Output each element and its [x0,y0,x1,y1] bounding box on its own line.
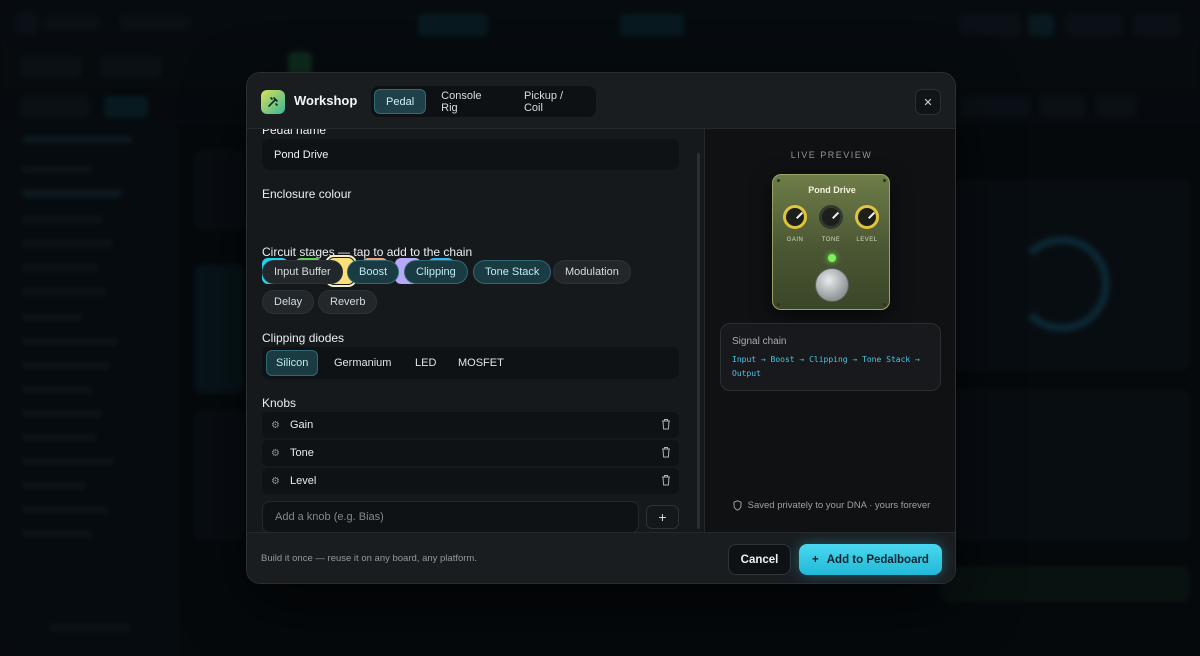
knob-row-level: ⚙ Level [262,468,679,494]
knob-label-level: LEVEL [856,237,878,243]
clipping-diodes-label: Clipping diodes [262,331,345,345]
close-icon: ✕ [923,96,933,109]
footswitch-icon [815,268,849,302]
circuit-stages-label: Circuit stages — tap to add to the chain [262,245,473,259]
knob-name: Tone [290,447,314,459]
plus-icon: + [812,553,819,566]
modal-title: Workshop [294,93,358,108]
add-to-pedalboard-button[interactable]: + Add to Pedalboard [799,544,942,575]
knob-row-gain: ⚙ Gain [262,412,679,438]
form-scrollbar[interactable] [697,153,700,529]
gear-icon: ⚙ [271,447,280,459]
signal-chain-card: Signal chain Input → Boost → Clipping → … [720,323,941,391]
shield-icon [733,500,742,511]
pedal-preview: Pond Drive GAIN TONE LEVEL [772,174,890,310]
tab-pickup-coil[interactable]: Pickup / Coil [513,89,593,114]
stage-delay[interactable]: Delay [262,290,315,314]
knob-row-tone: ⚙ Tone [262,440,679,466]
trash-icon[interactable] [661,418,671,430]
status-led-icon [828,254,836,262]
modal-tabs: Pedal Console Rig Pickup / Coil [371,86,596,117]
diode-germanium[interactable]: Germanium [325,350,400,376]
signal-chain-heading: Signal chain [732,336,787,347]
live-preview-title: LIVE PREVIEW [790,150,873,160]
pedal-form: Pedal name Pond Drive Enclosure colour C… [247,129,703,532]
trash-icon[interactable] [661,446,671,458]
pedal-name-input[interactable]: Pond Drive [262,139,679,170]
add-knob-button[interactable]: + [646,505,679,529]
workshop-modal: Workshop Pedal Console Rig Pickup / Coil… [246,72,956,584]
diode-selector: Silicon Germanium LED MOSFET [262,347,679,379]
level-knob-icon [855,205,879,229]
signal-chain-value: Input → Boost → Clipping → Tone Stack → … [732,355,920,378]
stage-boost[interactable]: Boost [347,260,400,284]
footer-note: Build it once — reuse it on any board, a… [261,553,477,564]
live-preview-pane: LIVE PREVIEW Pond Drive GAIN TONE LEVEL … [704,129,955,532]
cancel-button[interactable]: Cancel [728,544,791,575]
gain-knob-icon [783,205,807,229]
saved-note-text: Saved privately to your DNA · yours fore… [747,500,931,511]
diode-led[interactable]: LED [406,350,445,376]
knob-name: Gain [290,419,314,431]
gear-icon: ⚙ [271,475,280,487]
stage-tone-stack[interactable]: Tone Stack [473,260,552,284]
stage-reverb[interactable]: Reverb [318,290,378,314]
pedal-name-label: Pedal name [262,129,327,137]
stage-modulation[interactable]: Modulation [553,260,631,284]
tab-console-rig[interactable]: Console Rig [430,89,509,114]
modal-header: Workshop Pedal Console Rig Pickup / Coil… [247,73,955,129]
trash-icon[interactable] [661,474,671,486]
stage-clipping[interactable]: Clipping [404,260,468,284]
add-to-pedalboard-label: Add to Pedalboard [826,553,929,566]
diode-mosfet[interactable]: MOSFET [449,350,513,376]
pedal-preview-name: Pond Drive [808,185,856,195]
enclosure-colour-label: Enclosure colour [262,187,352,201]
knob-label-gain: GAIN [786,237,804,243]
add-knob-input[interactable] [262,501,639,533]
knobs-label: Knobs [262,396,297,410]
modal-footer: Build it once — reuse it on any board, a… [247,532,955,583]
gear-icon: ⚙ [271,419,280,431]
workshop-logo-icon [261,90,285,114]
close-button[interactable]: ✕ [915,89,941,115]
diode-silicon[interactable]: Silicon [266,350,319,376]
knob-label-tone: TONE [821,237,841,243]
saved-note: Saved privately to your DNA · yours fore… [705,500,955,511]
tab-pedal[interactable]: Pedal [374,89,427,114]
stage-input-buffer[interactable]: Input Buffer [262,260,343,284]
knob-name: Level [290,475,317,487]
tone-knob-icon [819,205,843,229]
